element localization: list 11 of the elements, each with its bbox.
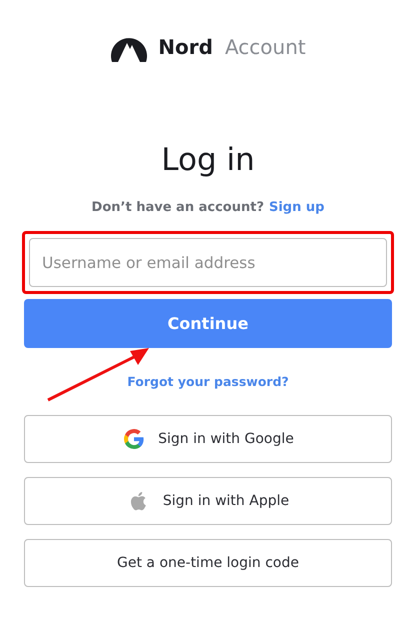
brand-name: Nord — [158, 35, 213, 59]
page-title: Log in — [160, 141, 256, 180]
forgot-password-link[interactable]: Forgot your password? — [127, 374, 289, 389]
google-logo-icon — [122, 427, 146, 451]
product-name: Account — [224, 35, 306, 59]
username-field[interactable]: Username or email address — [29, 238, 387, 287]
signup-prompt: Don’t have an account? — [92, 200, 264, 215]
google-sign-in-button[interactable]: Sign in with Google — [24, 415, 392, 463]
signup-link[interactable]: Sign up — [268, 200, 324, 215]
apple-sign-in-button[interactable]: Sign in with Apple — [24, 477, 392, 525]
login-code-button[interactable]: Get a one-time login code — [24, 539, 392, 587]
